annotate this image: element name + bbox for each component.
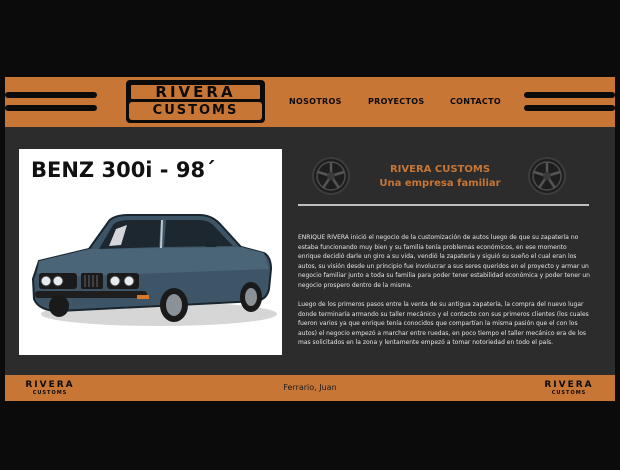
footer-author: Ferrario, Juan (283, 383, 337, 392)
logo-word-customs: CUSTOMS (129, 102, 262, 120)
header-stripe-right-2 (524, 105, 615, 111)
nav-link-contacto[interactable]: CONTACTO (450, 97, 501, 107)
nav-link-nosotros[interactable]: NOSOTROS (289, 97, 342, 107)
brand-tagline: Una empresa familiar (379, 178, 501, 189)
footer-logo-word-rivera: RIVERA (25, 380, 75, 390)
header-stripe-left-2 (5, 105, 97, 111)
wheel-rim-icon (312, 157, 350, 195)
footer-logo-word-customs: CUSTOMS (32, 390, 68, 396)
nav-link-proyectos[interactable]: PROYECTOS (368, 97, 424, 107)
brand-heading: RIVERA CUSTOMS (389, 164, 491, 175)
history-paragraph-2: Luego de los primeros pasos entre la ven… (298, 301, 589, 346)
footer-logo-word-customs: CUSTOMS (551, 390, 587, 396)
site-logo[interactable]: RIVERA CUSTOMS (126, 80, 265, 123)
section-divider (298, 204, 589, 206)
car-photo-card: BENZ 300i - 98´ (19, 149, 282, 355)
history-paragraph-1: ENRIQUE RIVERA inició el negocio de la c… (298, 234, 590, 289)
footer-logo-word-rivera: RIVERA (544, 380, 594, 390)
header-stripe-right-1 (524, 92, 615, 98)
footer-logo-left[interactable]: RIVERA CUSTOMS (17, 380, 83, 396)
footer-logo-right[interactable]: RIVERA CUSTOMS (536, 380, 602, 396)
car-illustration (31, 214, 277, 326)
header-stripe-left-1 (5, 92, 97, 98)
logo-word-rivera: RIVERA (129, 83, 262, 101)
wheel-rim-icon (528, 157, 566, 195)
